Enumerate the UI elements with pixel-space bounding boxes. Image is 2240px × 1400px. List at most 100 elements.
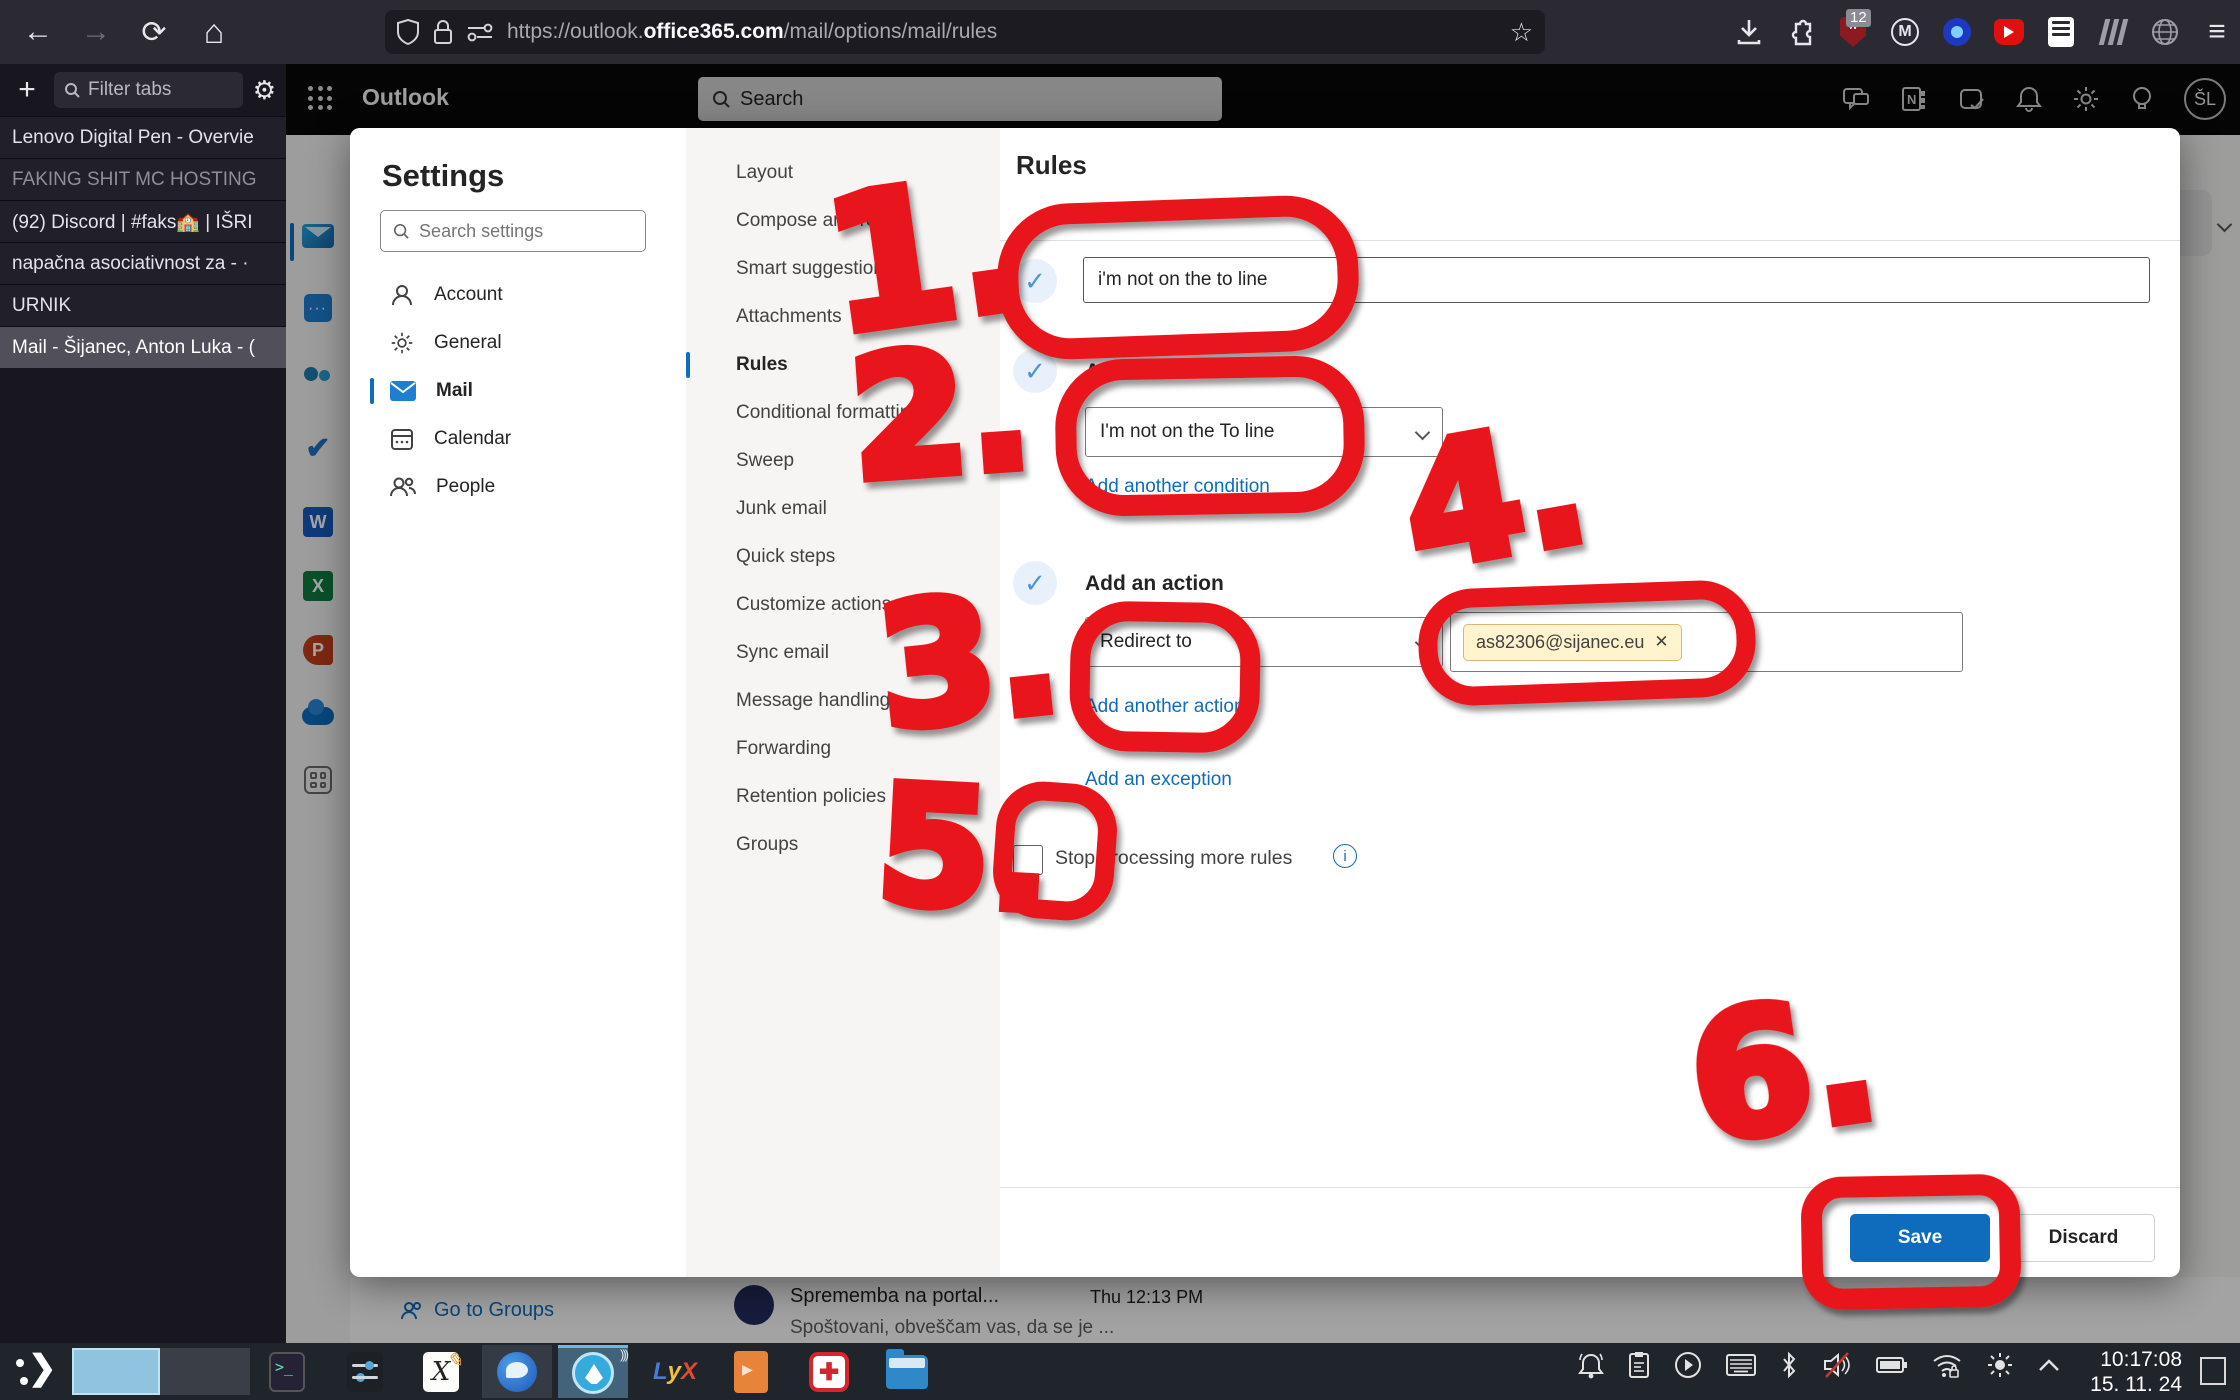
forward-icon[interactable]: → bbox=[74, 10, 118, 54]
divider bbox=[1000, 240, 2180, 241]
permissions-toggle-icon[interactable] bbox=[467, 22, 493, 42]
workspace-pager-active[interactable] bbox=[72, 1348, 160, 1395]
librewolf-app-icon[interactable] bbox=[558, 1345, 628, 1398]
ublock-shield-icon[interactable]: w 12 bbox=[1838, 17, 1868, 47]
start-menu-icon[interactable]: ❯ bbox=[14, 1351, 60, 1391]
home-icon[interactable]: ⌂ bbox=[192, 10, 236, 54]
section-label: Rules bbox=[736, 354, 788, 376]
back-icon[interactable]: ← bbox=[16, 10, 60, 54]
category-calendar[interactable]: Calendar bbox=[350, 415, 686, 463]
bookmark-star-icon[interactable]: ☆ bbox=[1510, 17, 1533, 48]
settings-sliders-app-icon[interactable] bbox=[330, 1345, 400, 1398]
workspace-pager[interactable] bbox=[160, 1348, 250, 1395]
tray-brightness-icon[interactable] bbox=[1986, 1351, 2014, 1379]
reload-icon[interactable]: ⟳ bbox=[132, 10, 176, 54]
impress-app-icon[interactable] bbox=[716, 1345, 786, 1398]
discard-button[interactable]: Discard bbox=[2012, 1214, 2155, 1262]
tab-item[interactable]: (92) Discord | #faks🏫 | IŠRI bbox=[0, 200, 286, 242]
menu-icon[interactable]: ≡ bbox=[2202, 17, 2232, 47]
tab-item[interactable]: URNIK bbox=[0, 284, 286, 326]
add-exception-link[interactable]: Add an exception bbox=[1085, 769, 1232, 791]
sidebar-panel-icon[interactable] bbox=[2046, 17, 2076, 47]
section-retention-policies[interactable]: Retention policies bbox=[686, 773, 1000, 821]
xournal-app-icon[interactable]: X bbox=[406, 1345, 476, 1398]
taskbar-clock[interactable]: 10:17:08 15. 11. 24 bbox=[2090, 1347, 2182, 1397]
lock-icon[interactable] bbox=[433, 19, 453, 45]
add-another-condition-link[interactable]: Add another condition bbox=[1085, 476, 1270, 498]
section-compose-and-reply[interactable]: Compose and reply bbox=[686, 197, 1000, 245]
blue-extension-icon[interactable] bbox=[1942, 17, 1972, 47]
tray-clipboard-icon[interactable] bbox=[1628, 1351, 1650, 1379]
section-sweep[interactable]: Sweep bbox=[686, 437, 1000, 485]
save-button[interactable]: Save bbox=[1850, 1214, 1990, 1262]
section-groups[interactable]: Groups bbox=[686, 821, 1000, 869]
url-text[interactable]: https://outlook.office365.com/mail/optio… bbox=[507, 20, 997, 44]
settings-search-box[interactable] bbox=[380, 210, 646, 252]
filter-tabs-input[interactable]: Filter tabs bbox=[54, 72, 243, 108]
action-valid-check-icon: ✓ bbox=[1013, 561, 1057, 605]
recipient-chip[interactable]: as82306@sijanec.eu ✕ bbox=[1463, 624, 1682, 661]
tray-media-play-icon[interactable] bbox=[1674, 1351, 1702, 1379]
action-dropdown[interactable]: Redirect to bbox=[1085, 617, 1443, 667]
m-extension-icon[interactable]: M bbox=[1890, 17, 1920, 47]
section-junk-email[interactable]: Junk email bbox=[686, 485, 1000, 533]
section-message-handling[interactable]: Message handling bbox=[686, 677, 1000, 725]
url-domain: office365.com bbox=[644, 20, 784, 43]
settings-search-input[interactable] bbox=[419, 221, 633, 242]
globe-icon[interactable] bbox=[2150, 17, 2180, 47]
section-customize-actions[interactable]: Customize actions bbox=[686, 581, 1000, 629]
stripes-extension-icon[interactable] bbox=[2098, 17, 2128, 47]
calendar-icon bbox=[390, 427, 414, 451]
section-conditional-formatting[interactable]: Conditional formatting bbox=[686, 389, 1000, 437]
terminal-app-icon[interactable]: >_ bbox=[252, 1345, 322, 1398]
tab-item[interactable]: FAKING SHIT MC HOSTING bbox=[0, 158, 286, 200]
condition-heading: Add a condition bbox=[1085, 360, 1244, 384]
section-rules-selected[interactable]: Rules bbox=[686, 341, 1000, 389]
rule-name-input[interactable] bbox=[1083, 257, 2150, 303]
tray-expand-caret-icon[interactable] bbox=[2038, 1358, 2060, 1372]
info-icon[interactable]: i bbox=[1333, 844, 1357, 868]
stop-processing-checkbox[interactable] bbox=[1013, 845, 1043, 875]
category-account[interactable]: Account bbox=[350, 271, 686, 319]
condition-dropdown[interactable]: I'm not on the To line bbox=[1085, 407, 1443, 457]
file-manager-app-icon[interactable] bbox=[872, 1345, 942, 1398]
section-smart-suggestions[interactable]: Smart suggestions bbox=[686, 245, 1000, 293]
show-desktop-icon[interactable] bbox=[2200, 1357, 2226, 1385]
redirect-recipient-field[interactable]: as82306@sijanec.eu ✕ bbox=[1450, 612, 1963, 672]
tray-bluetooth-icon[interactable] bbox=[1780, 1351, 1798, 1379]
url-bar[interactable]: https://outlook.office365.com/mail/optio… bbox=[385, 10, 1545, 54]
section-sync-email[interactable]: Sync email bbox=[686, 629, 1000, 677]
lyx-app-icon[interactable]: LyX bbox=[640, 1345, 710, 1398]
section-forwarding[interactable]: Forwarding bbox=[686, 725, 1000, 773]
tray-wifi-secure-icon[interactable] bbox=[1932, 1352, 1962, 1378]
chevron-down-icon bbox=[1415, 634, 1431, 650]
tab-item-active[interactable]: Mail - Šijanec, Anton Luka - ( bbox=[0, 326, 286, 368]
tray-notifications-icon[interactable] bbox=[1578, 1351, 1604, 1379]
tracking-shield-icon[interactable] bbox=[397, 19, 419, 45]
tab-settings-gear-icon[interactable]: ⚙ bbox=[253, 75, 276, 106]
section-quick-steps[interactable]: Quick steps bbox=[686, 533, 1000, 581]
section-attachments[interactable]: Attachments bbox=[686, 293, 1000, 341]
blue-circle bbox=[1943, 18, 1971, 46]
category-label: Account bbox=[434, 284, 503, 306]
settings-title: Settings bbox=[382, 158, 504, 194]
chip-remove-icon[interactable]: ✕ bbox=[1654, 632, 1668, 652]
category-mail-selected[interactable]: Mail bbox=[350, 367, 686, 415]
video-extension-icon[interactable] bbox=[1994, 17, 2024, 47]
download-icon[interactable] bbox=[1734, 17, 1764, 47]
tray-keyboard-icon[interactable] bbox=[1726, 1354, 1756, 1376]
rules-pane: Rules ✓ ✓ Add a condition I'm not on the… bbox=[1000, 128, 2180, 1277]
tab-item[interactable]: Lenovo Digital Pen - Overvie bbox=[0, 116, 286, 158]
section-layout[interactable]: Layout bbox=[686, 149, 1000, 197]
category-general[interactable]: General bbox=[350, 319, 686, 367]
red-cross-app-icon[interactable] bbox=[794, 1345, 864, 1398]
new-tab-button[interactable]: + bbox=[10, 73, 44, 107]
extension-puzzle-icon[interactable] bbox=[1786, 17, 1816, 47]
tray-volume-muted-icon[interactable] bbox=[1822, 1351, 1852, 1379]
category-people[interactable]: People bbox=[350, 463, 686, 511]
thunderbird-app-icon[interactable] bbox=[482, 1345, 552, 1398]
tray-battery-icon[interactable] bbox=[1876, 1355, 1908, 1375]
tab-item[interactable]: napačna asociativnost za - · bbox=[0, 242, 286, 284]
settings-modal: Settings Account General Mail Calendar P… bbox=[350, 128, 2180, 1277]
add-another-action-link[interactable]: Add another action bbox=[1085, 696, 1245, 718]
